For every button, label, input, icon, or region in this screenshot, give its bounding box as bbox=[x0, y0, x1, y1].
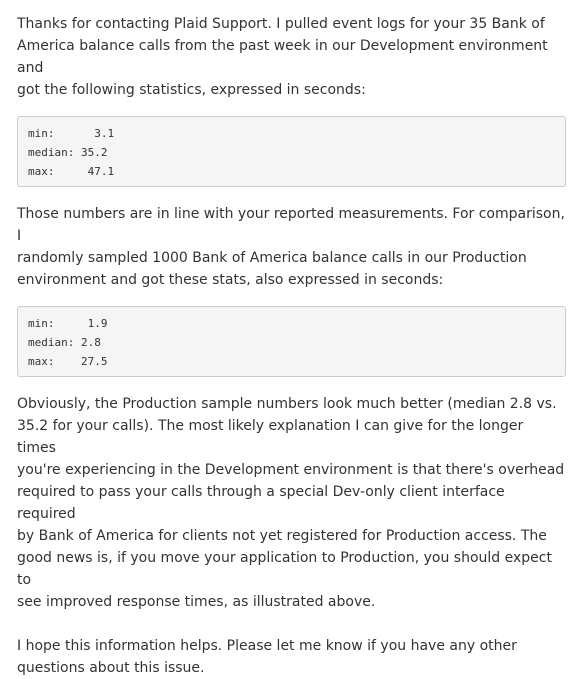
dev-stats-code-block: min: 3.1 median: 35.2 max: 47.1 bbox=[17, 116, 566, 187]
closing-paragraph: I hope this information helps. Please le… bbox=[17, 638, 517, 676]
comparison-paragraph: Those numbers are in line with your repo… bbox=[17, 206, 565, 288]
dev-stats-median: median: 35.2 bbox=[28, 146, 108, 159]
dev-stats-min: min: 3.1 bbox=[28, 127, 115, 140]
intro-paragraph: Thanks for contacting Plaid Support. I p… bbox=[17, 16, 548, 98]
explanation-paragraph: Obviously, the Production sample numbers… bbox=[17, 396, 565, 610]
prod-stats-median: median: 2.8 bbox=[28, 336, 101, 349]
prod-stats-min: min: 1.9 bbox=[28, 317, 108, 330]
support-message: { "message": { "intro": "Thanks for cont… bbox=[0, 0, 582, 676]
dev-stats-max: max: 47.1 bbox=[28, 165, 115, 178]
prod-stats-max: max: 27.5 bbox=[28, 355, 108, 368]
prod-stats-code-block: min: 1.9 median: 2.8 max: 27.5 bbox=[17, 306, 566, 377]
